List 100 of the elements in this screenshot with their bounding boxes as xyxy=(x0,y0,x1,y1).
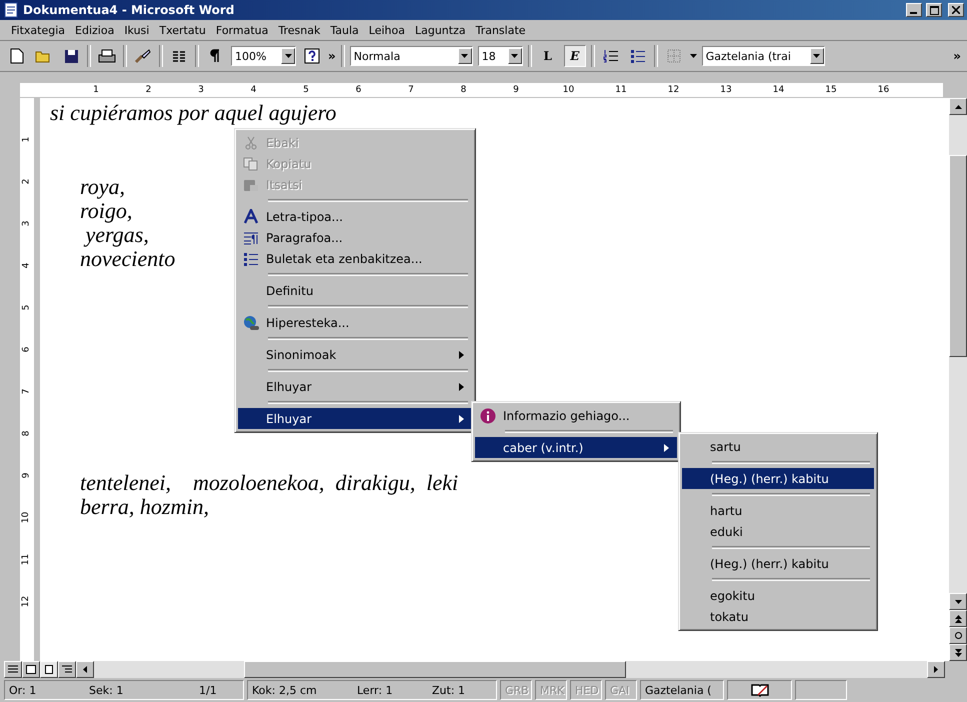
menu-item[interactable]: Elhuyar xyxy=(238,376,472,397)
overflow-chevron[interactable]: » xyxy=(328,49,336,63)
menu-item[interactable]: Paragrafoa... xyxy=(238,227,472,248)
ruler-number: 10 xyxy=(562,85,574,95)
menu-item[interactable]: Hiperesteka... xyxy=(238,312,472,333)
menu-item[interactable]: Letra-tipoa... xyxy=(238,206,472,227)
ruler-number: 12 xyxy=(668,85,680,95)
ruler-number: 9 xyxy=(512,85,520,95)
menu-item[interactable]: Laguntza xyxy=(410,22,471,38)
status-text: 1/1 xyxy=(199,684,218,696)
next-page-button[interactable] xyxy=(949,644,967,661)
menu-item[interactable]: Sinonimoak xyxy=(238,344,472,365)
status-text: Or: 1 xyxy=(9,684,38,696)
lines-icon xyxy=(8,665,18,674)
window-title: Dokumentua4 - Microsoft Word xyxy=(23,3,236,17)
status-text: Sek: 1 xyxy=(89,684,124,696)
caret-down-icon xyxy=(813,54,820,58)
scissors-icon xyxy=(244,136,258,150)
page-view-button[interactable] xyxy=(40,661,58,678)
menu-item[interactable]: Txertatu xyxy=(154,22,211,38)
ruler-number: 8 xyxy=(22,430,32,436)
menu-item[interactable]: Tresnak xyxy=(273,22,326,38)
status-text: Kok: 2,5 cm xyxy=(252,684,318,696)
info-icon xyxy=(480,408,496,424)
web-view-button[interactable] xyxy=(22,661,40,678)
menu-item[interactable]: (Heg.) (herr.) kabitu xyxy=(682,553,874,574)
menu-item[interactable]: Elhuyar xyxy=(238,408,472,429)
scroll-down-button[interactable] xyxy=(949,593,967,610)
ruler-number: 13 xyxy=(720,85,732,95)
maximize-button[interactable] xyxy=(926,3,942,17)
browse-object-button[interactable] xyxy=(949,627,967,644)
menu-item[interactable]: eduki xyxy=(682,521,874,542)
caret-left-icon xyxy=(83,666,87,673)
double-caret-down-icon xyxy=(954,648,962,656)
scroll-left-button[interactable] xyxy=(76,661,94,678)
ruler-number: 2 xyxy=(22,178,32,184)
menu-item[interactable]: tokatu xyxy=(682,606,874,627)
menu-item[interactable]: Taula xyxy=(325,22,364,38)
menu-item[interactable]: egokitu xyxy=(682,585,874,606)
menu-item[interactable]: Ikusi xyxy=(119,22,154,38)
maximize-icon xyxy=(930,6,938,14)
caret-down-icon xyxy=(284,54,292,58)
previous-page-button[interactable] xyxy=(949,610,967,627)
menu-item[interactable]: Leihoa xyxy=(364,22,410,38)
document-text: si cupiéramos por aquel agujero xyxy=(50,100,336,125)
document-text: roigo, xyxy=(80,198,132,223)
scroll-right-button[interactable] xyxy=(927,661,945,678)
document-text: tentelenei, mozoloenekoa, dirakigu, leki xyxy=(80,470,458,495)
menu-item[interactable]: Fitxategia xyxy=(6,22,70,38)
caret-down-icon xyxy=(690,54,697,58)
document-text: noveciento xyxy=(80,246,176,271)
ruler-number: 14 xyxy=(772,85,784,95)
menu-item[interactable]: Translate xyxy=(470,22,531,38)
ruler-number: 1 xyxy=(22,136,32,142)
ruler-number: 8 xyxy=(460,85,468,95)
menu-item[interactable]: Definitu xyxy=(238,280,472,301)
bullet-list-icon xyxy=(243,252,259,266)
globe-icon xyxy=(242,314,260,330)
ruler-number: 7 xyxy=(22,388,32,394)
ruler-number: 2 xyxy=(144,85,152,95)
menu-item[interactable]: Buletak eta zenbakitzea... xyxy=(238,248,472,269)
document-text: yergas, xyxy=(84,222,149,247)
menu-item[interactable]: (Heg.) (herr.) kabitu xyxy=(682,468,874,489)
menu-item[interactable]: Edizioa xyxy=(70,22,120,38)
horizontal-scrollbar[interactable] xyxy=(94,661,927,678)
ruler-number: 6 xyxy=(22,346,32,352)
font-icon xyxy=(243,209,259,224)
close-icon xyxy=(952,6,960,14)
menu-item[interactable]: caber (v.intr.) xyxy=(475,437,677,458)
style-dropdown[interactable]: Normala xyxy=(350,46,473,66)
page-icon xyxy=(44,665,54,674)
outline-view-button[interactable] xyxy=(58,661,76,678)
normal-view-button[interactable] xyxy=(4,661,22,678)
window-icon xyxy=(26,665,36,674)
zoom-dropdown[interactable]: 100% xyxy=(231,46,296,66)
bold-button[interactable]: L xyxy=(536,45,559,67)
menu-item[interactable]: sartu xyxy=(682,436,874,457)
ruler-number: 16 xyxy=(878,85,890,95)
book-icon xyxy=(750,683,770,697)
menu-item[interactable]: Formatua xyxy=(210,22,274,38)
overflow-chevron[interactable]: » xyxy=(953,49,961,63)
ruler-number: 15 xyxy=(825,85,837,95)
font-size-dropdown[interactable]: 18 xyxy=(478,46,523,66)
ruler-number: 6 xyxy=(354,85,362,95)
status-indicator: MRK xyxy=(535,680,567,700)
outline-icon xyxy=(62,665,72,674)
vertical-scrollbar[interactable] xyxy=(949,98,967,661)
ruler-number: 11 xyxy=(22,554,32,566)
menu-item[interactable]: Informazio gehiago... xyxy=(475,405,677,426)
ruler-number: 1 xyxy=(92,85,100,95)
document-text: berra, hozmin, xyxy=(80,494,209,519)
scroll-up-button[interactable] xyxy=(949,98,967,115)
menu-item[interactable]: hartu xyxy=(682,500,874,521)
caret-down-icon xyxy=(511,54,518,58)
ruler-number: 7 xyxy=(407,85,415,95)
minimize-button[interactable] xyxy=(906,3,922,17)
italic-button[interactable]: E xyxy=(564,45,586,67)
ruler-number: 4 xyxy=(250,85,258,95)
language-dropdown[interactable]: Gaztelania (trai xyxy=(702,46,825,66)
close-button[interactable] xyxy=(948,3,964,17)
